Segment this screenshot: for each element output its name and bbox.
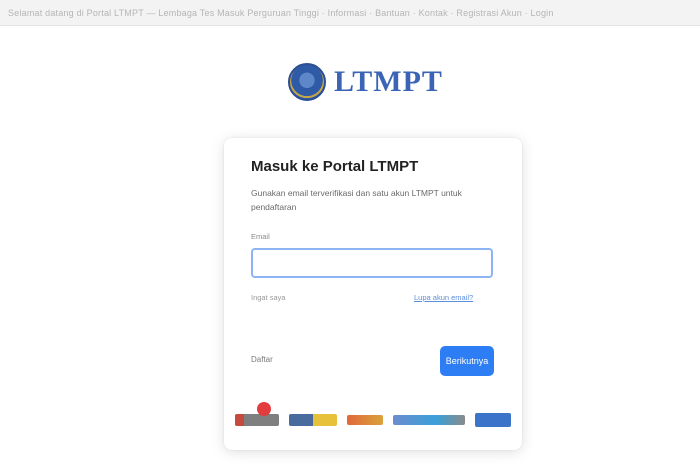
partner-badge-icon bbox=[257, 402, 271, 416]
next-button[interactable]: Berikutnya bbox=[440, 346, 494, 376]
partner-logo-1 bbox=[235, 402, 279, 426]
partner-logo-2 bbox=[289, 414, 337, 426]
register-link[interactable]: Daftar bbox=[251, 355, 273, 364]
partner-logo-3 bbox=[347, 415, 383, 425]
ltmpt-logo: LTMPT bbox=[288, 60, 443, 104]
info-bar-text: Selamat datang di Portal LTMPT — Lembaga… bbox=[8, 7, 554, 18]
page-title: Masuk ke Portal LTMPT bbox=[251, 158, 419, 175]
ltmpt-seal-icon bbox=[288, 63, 326, 101]
login-card: Masuk ke Portal LTMPT Gunakan email terv… bbox=[224, 138, 522, 450]
partner-logos bbox=[224, 400, 522, 440]
email-label: Email bbox=[251, 232, 270, 241]
login-subtitle: Gunakan email terverifikasi dan satu aku… bbox=[251, 188, 462, 212]
forgot-email-link[interactable]: Lupa akun email? bbox=[414, 293, 473, 302]
browser-info-bar: Selamat datang di Portal LTMPT — Lembaga… bbox=[0, 0, 700, 26]
partner-logo-4 bbox=[393, 415, 465, 425]
remember-me-label[interactable]: Ingat saya bbox=[251, 293, 286, 302]
email-field[interactable] bbox=[251, 248, 493, 278]
partner-logo-5 bbox=[475, 413, 511, 427]
logo-text: LTMPT bbox=[334, 65, 443, 98]
